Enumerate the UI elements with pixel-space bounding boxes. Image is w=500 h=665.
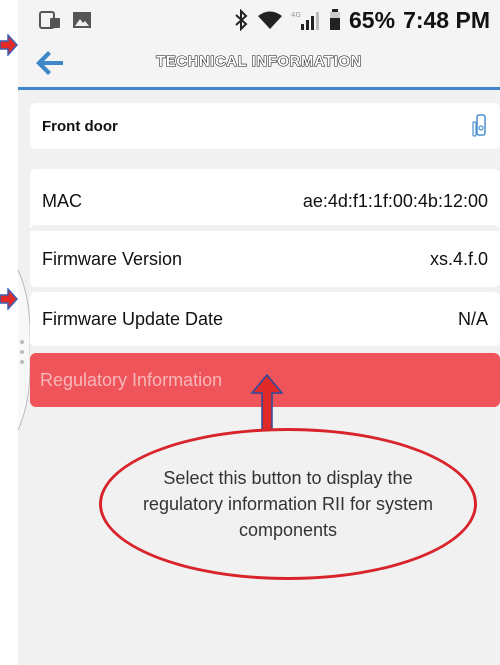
bluetooth-icon bbox=[235, 9, 248, 31]
annotation-callout: Select this button to display the regula… bbox=[99, 428, 477, 580]
image-icon bbox=[73, 12, 91, 28]
mac-row: MAC ae:4d:f1:1f:00:4b:12:00 bbox=[30, 169, 500, 233]
firmware-version-row: Firmware Version xs.4.f.0 bbox=[30, 225, 500, 287]
mac-label: MAC bbox=[42, 190, 82, 211]
svg-text:4G: 4G bbox=[291, 11, 301, 19]
annotation-arrow-up bbox=[250, 374, 284, 436]
wifi-icon bbox=[258, 11, 283, 29]
phone-icon bbox=[39, 11, 60, 29]
firmware-update-date-value: N/A bbox=[457, 308, 488, 329]
annotation-arrow-left-top bbox=[0, 34, 18, 56]
page-title: TECHNICAL INFORMATION bbox=[156, 52, 362, 70]
regulatory-information-label: Regulatory Information bbox=[40, 369, 223, 390]
firmware-version-label: Firmware Version bbox=[42, 248, 183, 269]
mac-value: ae:4d:f1:1f:00:4b:12:00 bbox=[302, 190, 488, 211]
phone-screen: 4G 65% 7:48 PM TECHNICAL INFORMATION Fro… bbox=[18, 0, 500, 665]
device-card: Front door bbox=[30, 103, 500, 149]
status-bar: 4G 65% 7:48 PM bbox=[18, 0, 500, 40]
firmware-version-value: xs.4.f.0 bbox=[429, 248, 488, 269]
clock: 7:48 PM bbox=[403, 6, 490, 33]
firmware-update-date-row: Firmware Update Date N/A bbox=[30, 292, 500, 346]
signal-icon: 4G bbox=[291, 11, 320, 30]
battery-icon bbox=[330, 9, 341, 30]
side-drawer-handle[interactable] bbox=[0, 270, 30, 430]
app-header: TECHNICAL INFORMATION bbox=[18, 40, 500, 90]
firmware-update-date-label: Firmware Update Date bbox=[42, 308, 224, 329]
annotation-text: Select this button to display the regula… bbox=[142, 468, 434, 540]
battery-percentage: 65% bbox=[349, 6, 396, 33]
device-name: Front door bbox=[42, 117, 118, 135]
door-sensor-icon bbox=[472, 114, 486, 137]
